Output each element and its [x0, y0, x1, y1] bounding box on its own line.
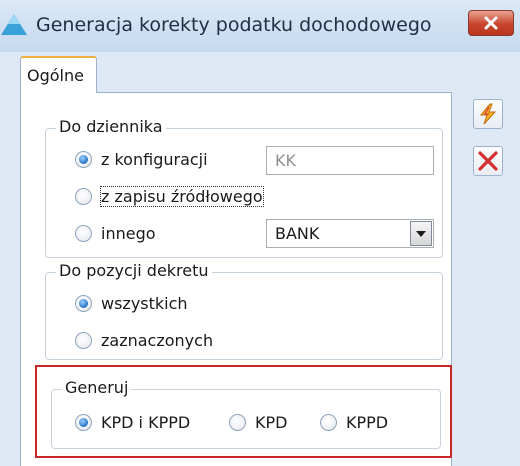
radio-label: wszystkich [101, 294, 188, 313]
title-bar: Generacja korekty podatku dochodowego [0, 0, 520, 52]
tab-label: Ogólne [27, 66, 84, 85]
generate-button[interactable] [473, 99, 503, 129]
radio-button[interactable] [229, 414, 246, 431]
radio-innego[interactable]: innego [75, 224, 156, 243]
tab-ogolne[interactable]: Ogólne [20, 56, 97, 93]
radio-button[interactable] [75, 332, 92, 349]
radio-label: zaznaczonych [101, 331, 214, 350]
group-legend-dziennik: Do dziennika [56, 117, 166, 136]
group-legend-pozycje: Do pozycji dekretu [56, 261, 212, 280]
radio-label: z zapisu źródłowego [100, 186, 264, 207]
konfiguracja-field[interactable]: KK [266, 146, 434, 175]
cancel-x-icon [478, 151, 498, 171]
radio-button[interactable] [75, 151, 92, 168]
radio-z-konfiguracji[interactable]: z konfiguracji [75, 150, 208, 169]
triangle-icon [1, 14, 27, 35]
radio-button[interactable] [75, 188, 92, 205]
radio-label: KPD [255, 413, 288, 432]
radio-kpd-i-kppd[interactable]: KPD i KPPD [75, 413, 190, 432]
innego-select[interactable]: BANK [266, 219, 434, 248]
radio-z-zapisu-zrodlowego[interactable]: z zapisu źródłowego [75, 186, 264, 207]
radio-button[interactable] [75, 414, 92, 431]
radio-label: innego [101, 224, 156, 243]
cancel-button[interactable] [473, 146, 503, 176]
close-button[interactable] [468, 10, 514, 36]
radio-zaznaczonych[interactable]: zaznaczonych [75, 331, 213, 350]
radio-button[interactable] [75, 295, 92, 312]
radio-label: z konfiguracji [101, 150, 208, 169]
radio-button[interactable] [320, 414, 337, 431]
select-value: BANK [275, 224, 320, 243]
radio-label: KPPD [346, 413, 389, 432]
radio-button[interactable] [75, 225, 92, 242]
radio-kpd[interactable]: KPD [229, 413, 287, 432]
lightning-icon [479, 103, 497, 125]
radio-wszystkich[interactable]: wszystkich [75, 294, 188, 313]
close-x-icon [484, 16, 498, 30]
radio-label: KPD i KPPD [101, 413, 191, 432]
window-title: Generacja korekty podatku dochodowego [36, 14, 432, 36]
group-legend-generuj: Generuj [62, 378, 132, 397]
radio-kppd[interactable]: KPPD [320, 413, 388, 432]
chevron-down-icon[interactable] [410, 221, 432, 246]
